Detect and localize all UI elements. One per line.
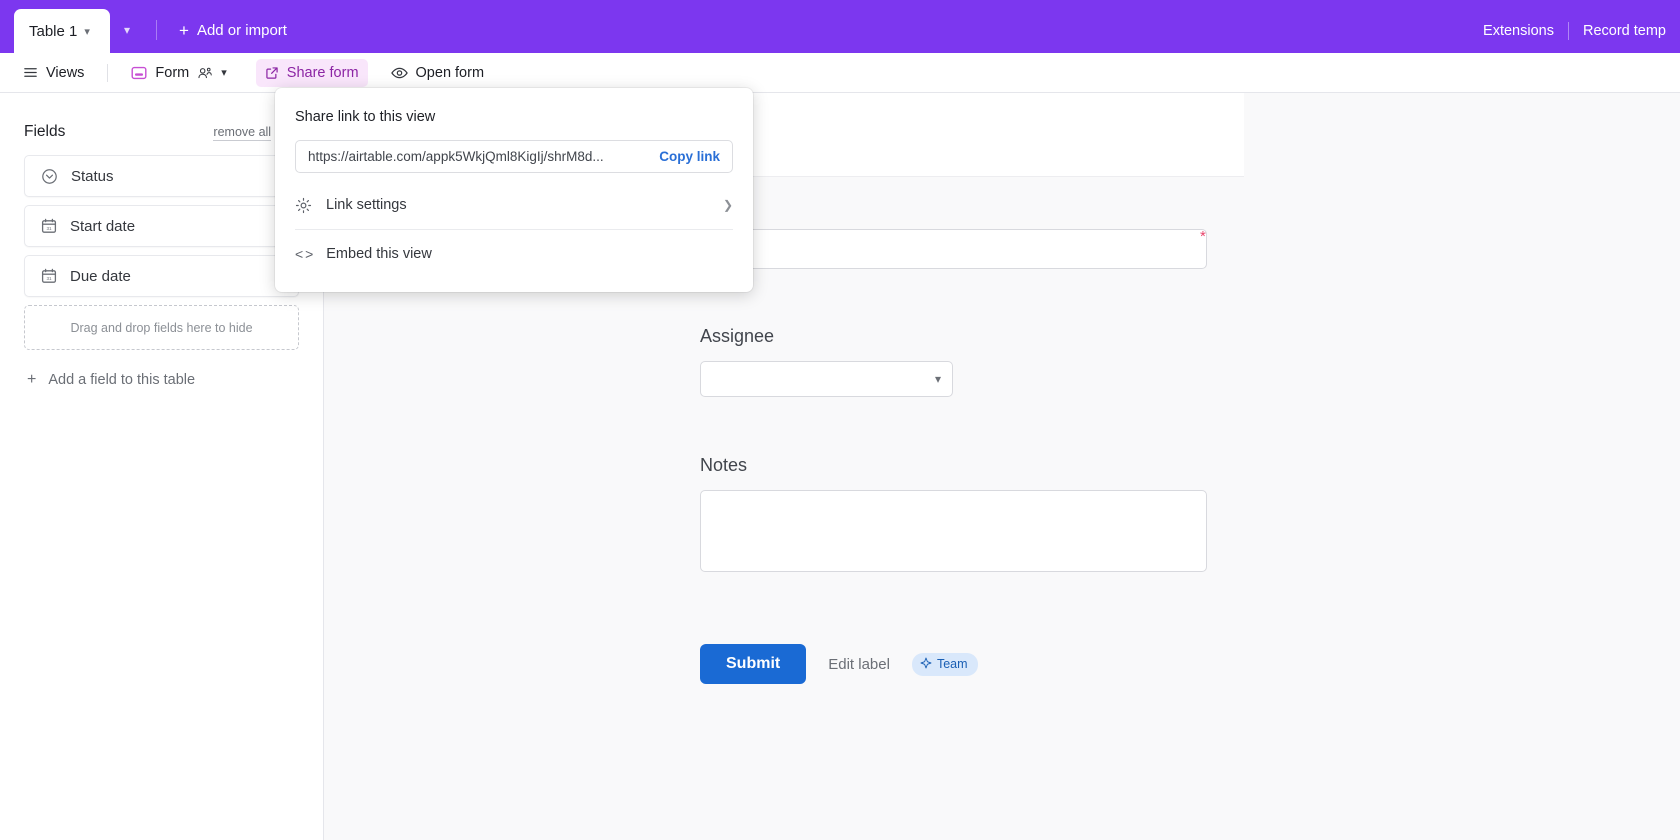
share-link-popover: Share link to this view https://airtable… bbox=[275, 88, 753, 292]
field-item-start-date[interactable]: 31 Start date bbox=[24, 205, 299, 247]
share-link-row: https://airtable.com/appk5WkjQml8KigIj/s… bbox=[295, 140, 733, 173]
share-external-link-icon bbox=[265, 66, 279, 80]
chevron-down-icon[interactable]: ▾ bbox=[110, 15, 144, 45]
popover-title: Share link to this view bbox=[295, 109, 733, 125]
sparkle-icon bbox=[920, 657, 932, 672]
embed-view-item[interactable]: < > Embed this view bbox=[295, 232, 733, 276]
chevron-down-icon[interactable]: ▾ bbox=[221, 66, 227, 79]
add-field-label: Add a field to this table bbox=[48, 372, 195, 388]
copy-link-button[interactable]: Copy link bbox=[645, 149, 720, 164]
form-submit-row: Submit Edit label Team bbox=[324, 572, 1680, 684]
plus-icon: + bbox=[179, 22, 189, 39]
assignee-select[interactable]: ▾ bbox=[700, 361, 953, 397]
topbar-actions: ▾ + Add or import bbox=[110, 9, 297, 53]
field-item-status[interactable]: Status bbox=[24, 155, 299, 197]
form-field-notes: Notes bbox=[324, 397, 1680, 572]
table-tab-label: Table 1 bbox=[29, 23, 77, 40]
required-asterisk: * bbox=[1200, 229, 1206, 244]
form-view-button[interactable]: Form ▾ bbox=[122, 59, 235, 87]
share-url-text[interactable]: https://airtable.com/appk5WkjQml8KigIj/s… bbox=[308, 149, 604, 164]
view-toolbar: Views Form ▾ Shar bbox=[0, 53, 1680, 93]
chevron-down-icon: ▾ bbox=[935, 372, 941, 386]
form-view-icon bbox=[131, 65, 147, 81]
remove-all-button[interactable]: remove all bbox=[213, 125, 271, 141]
extensions-button[interactable]: Extensions bbox=[1469, 17, 1568, 45]
topbar-right-actions: Extensions Record temp bbox=[1469, 9, 1680, 53]
add-or-import-label: Add or import bbox=[197, 22, 287, 39]
form-text-input[interactable] bbox=[700, 229, 1207, 269]
embed-view-label: Embed this view bbox=[326, 246, 432, 262]
plus-icon: + bbox=[27, 372, 36, 388]
form-field-label: Assignee bbox=[700, 326, 1680, 347]
svg-text:31: 31 bbox=[46, 276, 52, 281]
dropzone-label: Drag and drop fields here to hide bbox=[70, 321, 252, 335]
add-or-import-button[interactable]: + Add or import bbox=[169, 16, 297, 45]
team-badge-label: Team bbox=[937, 657, 968, 671]
hamburger-menu-icon bbox=[23, 65, 38, 80]
team-badge: Team bbox=[912, 653, 978, 676]
share-form-label: Share form bbox=[287, 65, 359, 81]
notes-textarea[interactable] bbox=[700, 490, 1207, 572]
calendar-icon: 31 bbox=[41, 268, 57, 284]
chevron-down-icon[interactable]: ▾ bbox=[84, 25, 90, 38]
views-button[interactable]: Views bbox=[14, 59, 93, 87]
calendar-icon: 31 bbox=[41, 218, 57, 234]
views-label: Views bbox=[46, 65, 84, 81]
top-bar: Table 1 ▾ ▾ + Add or import Extensions R… bbox=[0, 0, 1680, 53]
code-brackets-icon: < > bbox=[295, 246, 312, 262]
fields-title: Fields bbox=[24, 123, 65, 141]
submit-button[interactable]: Submit bbox=[700, 644, 806, 684]
form-field-label: Notes bbox=[700, 455, 1680, 476]
collaborators-icon bbox=[197, 66, 213, 80]
svg-text:31: 31 bbox=[46, 226, 52, 231]
share-form-button[interactable]: Share form bbox=[256, 59, 368, 87]
field-item-due-date[interactable]: 31 Due date bbox=[24, 255, 299, 297]
field-label: Status bbox=[71, 168, 114, 185]
divider bbox=[107, 64, 108, 82]
link-settings-item[interactable]: Link settings ❯ bbox=[295, 183, 733, 227]
gear-icon bbox=[295, 197, 312, 214]
add-field-button[interactable]: + Add a field to this table bbox=[24, 372, 299, 388]
field-label: Due date bbox=[70, 268, 131, 285]
table-tab-table-1[interactable]: Table 1 ▾ bbox=[14, 9, 110, 53]
hidden-fields-dropzone[interactable]: Drag and drop fields here to hide bbox=[24, 305, 299, 350]
open-form-label: Open form bbox=[416, 65, 485, 81]
chevron-circle-icon bbox=[41, 168, 58, 185]
eye-icon bbox=[391, 66, 408, 80]
fields-header: Fields remove all ad bbox=[24, 93, 299, 155]
open-form-button[interactable]: Open form bbox=[382, 59, 494, 87]
record-templates-button[interactable]: Record temp bbox=[1569, 17, 1680, 45]
field-label: Start date bbox=[70, 218, 135, 235]
edit-label-button[interactable]: Edit label bbox=[828, 656, 890, 673]
link-settings-label: Link settings bbox=[326, 197, 407, 213]
divider bbox=[156, 20, 157, 40]
form-view-label: Form bbox=[155, 65, 189, 81]
chevron-right-icon: ❯ bbox=[723, 198, 733, 212]
divider bbox=[295, 229, 733, 230]
